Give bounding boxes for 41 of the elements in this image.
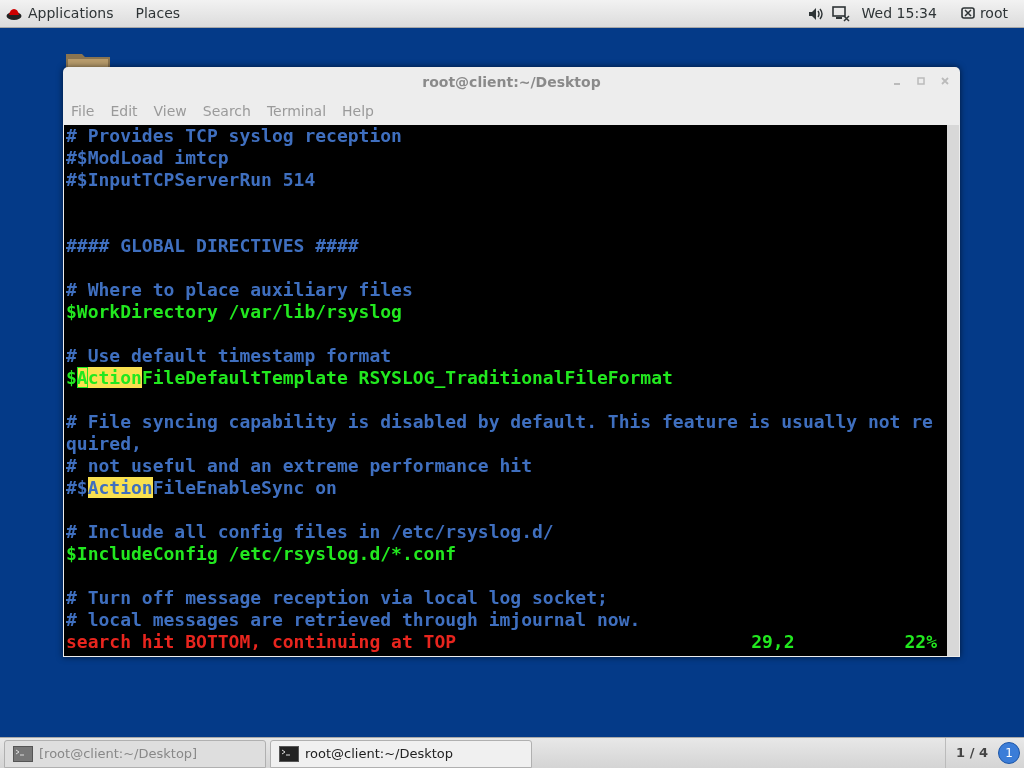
notification-badge[interactable]: 1 — [998, 742, 1020, 764]
terminal-line: # Provides TCP syslog reception — [66, 125, 402, 146]
terminal-icon — [13, 746, 33, 762]
scrollbar[interactable] — [947, 125, 959, 656]
window-title: root@client:~/Desktop — [422, 73, 601, 92]
cursor-position: 29,2 — [751, 631, 795, 653]
terminal-line: #$ModLoad imtcp — [66, 147, 229, 168]
terminal-line: # not useful and an extreme performance hit — [66, 455, 532, 476]
menu-item[interactable]: Edit — [110, 101, 138, 122]
terminal-line: # local messages are retrieved through imjournal now. — [66, 609, 641, 630]
terminal-line: $WorkDirectory /var/lib/rsyslog — [66, 301, 402, 322]
taskbar-button[interactable]: [root@client:~/Desktop] — [4, 740, 266, 768]
menu-item[interactable]: Help — [342, 101, 374, 122]
terminal-line: # Use default timestamp format — [66, 345, 392, 366]
status-message: search hit BOTTOM, continuing at TOP — [66, 631, 457, 653]
taskbar-button[interactable]: root@client:~/Desktop — [270, 740, 532, 768]
folder-icon[interactable] — [66, 52, 110, 68]
terminal-line: $ActionFileDefaultTemplate RSYSLOG_TraditionalFileFormat — [66, 367, 673, 388]
terminal-line: # Turn off message reception via local log socket; — [66, 587, 608, 608]
terminal-line: quired, — [66, 433, 142, 454]
terminal-line: # Where to place auxiliary files — [66, 279, 413, 300]
network-icon[interactable] — [831, 5, 850, 22]
menu-item[interactable]: Search — [202, 101, 251, 122]
terminal-line: #$InputTCPServerRun 514 — [66, 169, 316, 190]
menu-item[interactable]: View — [153, 101, 187, 122]
menu-item[interactable]: File — [71, 101, 95, 122]
user-menu[interactable]: root — [979, 3, 1008, 24]
volume-icon[interactable] — [807, 6, 824, 21]
menu-item[interactable]: Terminal — [266, 101, 327, 122]
top-menu[interactable]: Applications — [28, 3, 114, 24]
terminal-line: $IncludeConfig /etc/rsyslog.d/*.conf — [66, 543, 457, 564]
hat-logo-icon — [6, 6, 22, 21]
terminal-line: #### GLOBAL DIRECTIVES #### — [66, 235, 359, 256]
top-menu[interactable]: Places — [135, 3, 181, 24]
terminal-line: # Include all config files in /etc/rsyslog.d/ — [66, 521, 554, 542]
terminal-line: #$ActionFileEnableSync on — [66, 477, 337, 498]
terminal-line: # File syncing capability is disabled by default. This feature is usually not re — [66, 411, 933, 432]
scroll-percent: 22% — [904, 631, 937, 653]
terminal-icon — [279, 746, 299, 762]
clock[interactable]: Wed 15:34 — [861, 3, 937, 24]
workspace-indicator[interactable]: 1 / 4 — [945, 738, 998, 768]
